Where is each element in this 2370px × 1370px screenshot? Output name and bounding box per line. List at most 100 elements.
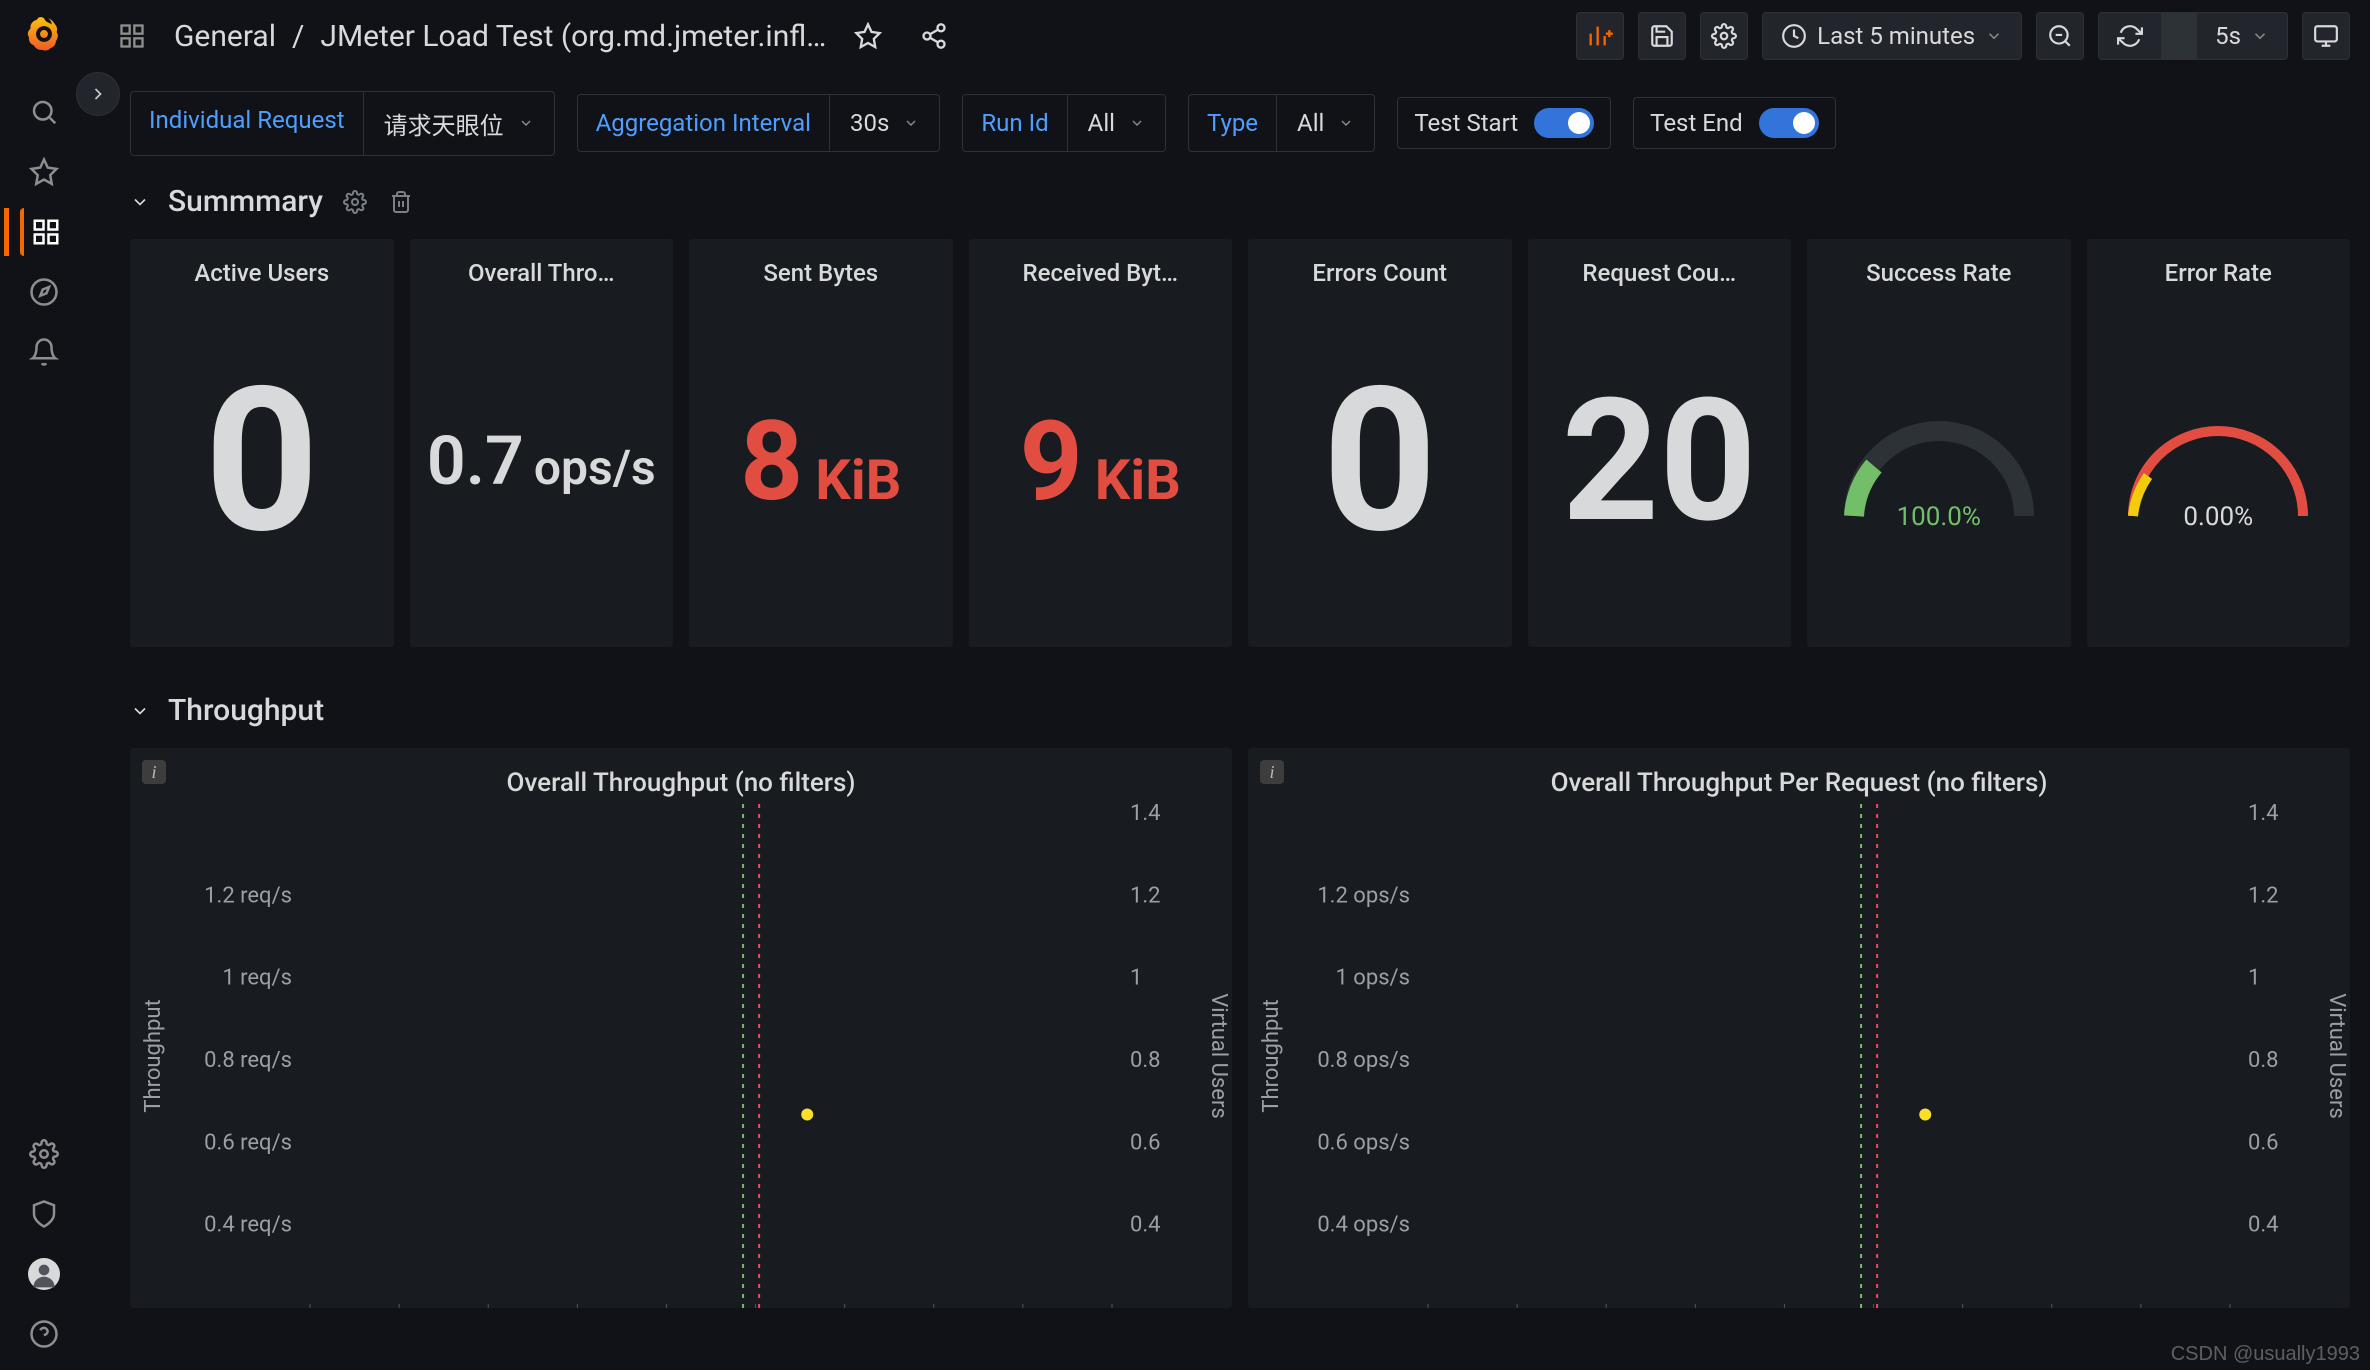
zoom-out-button[interactable]: [2036, 12, 2084, 60]
var-individual-request[interactable]: Individual Request 请求天眼位: [130, 91, 555, 156]
save-button[interactable]: [1638, 12, 1686, 60]
gauge: 100.0%: [1834, 396, 2044, 526]
chart-grid: i Overall Throughput (no filters) 0.4 re…: [130, 748, 2350, 1308]
svg-text:0.8 ops/s: 0.8 ops/s: [1317, 1048, 1410, 1073]
svg-text:Throughput: Throughput: [141, 999, 166, 1112]
search-nav-icon[interactable]: [20, 88, 68, 136]
svg-text:0.6 ops/s: 0.6 ops/s: [1317, 1130, 1410, 1155]
refresh-icon: [2117, 23, 2143, 49]
svg-text:0.4: 0.4: [2248, 1213, 2279, 1238]
stat-value: 9KiB: [1020, 397, 1181, 526]
star-icon[interactable]: [844, 12, 892, 60]
row-summary-header[interactable]: Summmary: [130, 184, 2350, 219]
breadcrumb: General / JMeter Load Test (org.md.jmete…: [174, 19, 826, 54]
refresh-picker[interactable]: 5s: [2098, 12, 2288, 60]
panel-overall-throughput-chart[interactable]: i Overall Throughput (no filters) 0.4 re…: [130, 748, 1232, 1308]
panel-active-users[interactable]: Active Users 0: [130, 239, 394, 647]
svg-text:Virtual Users: Virtual Users: [1206, 993, 1231, 1119]
dashboards-nav-icon[interactable]: [20, 208, 68, 256]
svg-text:0.8: 0.8: [2248, 1048, 2279, 1073]
info-icon[interactable]: i: [142, 760, 166, 784]
svg-text:1: 1: [2248, 966, 2260, 991]
starred-nav-icon[interactable]: [20, 148, 68, 196]
add-panel-button[interactable]: [1576, 12, 1624, 60]
var-run-id[interactable]: Run Id All: [962, 94, 1166, 152]
toggle-test-start[interactable]: Test Start: [1397, 97, 1611, 149]
watermark: CSDN @usually1993: [2171, 1343, 2360, 1366]
breadcrumb-folder[interactable]: General: [174, 19, 276, 54]
topbar: General / JMeter Load Test (org.md.jmete…: [88, 0, 2370, 72]
chevron-down-icon: [2251, 27, 2269, 45]
time-range-label: Last 5 minutes: [1817, 22, 1975, 50]
info-icon[interactable]: i: [1260, 760, 1284, 784]
row-summary-title: Summmary: [168, 184, 323, 219]
svg-text:0.4 req/s: 0.4 req/s: [204, 1213, 292, 1238]
row-throughput-header[interactable]: Throughput: [130, 693, 2350, 728]
refresh-button[interactable]: [2099, 13, 2161, 59]
svg-text:1.2 req/s: 1.2 req/s: [204, 883, 292, 908]
grafana-icon: [25, 15, 63, 53]
chevron-down-icon: [130, 192, 150, 212]
alerting-nav-icon[interactable]: [20, 328, 68, 376]
admin-nav-icon[interactable]: [20, 1190, 68, 1238]
row-settings-icon[interactable]: [341, 188, 369, 216]
stat-value: 8KiB: [740, 397, 901, 526]
panel-overall-throughput[interactable]: Overall Thro… 0.7ops/s: [410, 239, 674, 647]
svg-text:1.4: 1.4: [1130, 804, 1161, 826]
panel-sent-bytes[interactable]: Sent Bytes 8KiB: [689, 239, 953, 647]
chart-plot: 0.4 req/s 0.6 req/s 0.8 req/s 1 req/s 1.2 re…: [130, 804, 1232, 1308]
toggle-switch[interactable]: [1759, 108, 1819, 138]
time-range-picker[interactable]: Last 5 minutes: [1762, 12, 2022, 60]
help-nav-icon[interactable]: [20, 1310, 68, 1358]
svg-text:Virtual Users: Virtual Users: [2324, 993, 2349, 1119]
chevron-down-icon: [518, 115, 534, 131]
dashboard-content: Summmary Active Users 0 Overall Thro… 0.…: [130, 174, 2350, 1370]
refresh-interval-label: 5s: [2215, 22, 2241, 50]
panel-success-rate[interactable]: Success Rate 100.0%: [1807, 239, 2071, 647]
chevron-down-icon: [903, 115, 919, 131]
svg-text:1: 1: [1130, 966, 1142, 991]
stat-value: 0: [204, 361, 319, 561]
sidebar-expand-button[interactable]: [76, 72, 120, 116]
panel-per-request-throughput-chart[interactable]: i Overall Throughput Per Request (no fil…: [1248, 748, 2350, 1308]
variable-bar: Individual Request 请求天眼位 Aggregation Int…: [130, 88, 2350, 158]
profile-nav-icon[interactable]: [20, 1250, 68, 1298]
gauge: 0.00%: [2113, 396, 2323, 526]
tv-mode-button[interactable]: [2302, 12, 2350, 60]
row-delete-icon[interactable]: [387, 188, 415, 216]
chevron-down-icon: [1129, 115, 1145, 131]
stat-value: 0: [1322, 361, 1437, 561]
share-icon[interactable]: [910, 12, 958, 60]
var-type[interactable]: Type All: [1188, 94, 1375, 152]
stat-value: 20: [1562, 376, 1757, 546]
var-aggregation-interval[interactable]: Aggregation Interval 30s: [577, 94, 941, 152]
toggle-switch[interactable]: [1534, 108, 1594, 138]
settings-button[interactable]: [1700, 12, 1748, 60]
svg-text:0.8 req/s: 0.8 req/s: [204, 1048, 292, 1073]
panel-request-count[interactable]: Request Cou… 20: [1528, 239, 1792, 647]
config-nav-icon[interactable]: [20, 1130, 68, 1178]
svg-text:1 req/s: 1 req/s: [222, 966, 292, 991]
toggle-test-end[interactable]: Test End: [1633, 97, 1836, 149]
chevron-down-icon: [1985, 27, 2003, 45]
svg-text:0.8: 0.8: [1130, 1048, 1161, 1073]
svg-text:1.2: 1.2: [2248, 883, 2279, 908]
svg-text:0.4: 0.4: [1130, 1213, 1161, 1238]
dashboards-breadcrumb-icon[interactable]: [108, 12, 156, 60]
row-throughput-title: Throughput: [168, 693, 324, 728]
explore-nav-icon[interactable]: [20, 268, 68, 316]
svg-text:0.6: 0.6: [2248, 1130, 2279, 1155]
breadcrumb-title[interactable]: JMeter Load Test (org.md.jmeter.infl…: [320, 19, 826, 54]
svg-text:0.4 ops/s: 0.4 ops/s: [1317, 1213, 1410, 1238]
panel-errors-count[interactable]: Errors Count 0: [1248, 239, 1512, 647]
svg-text:0.6 req/s: 0.6 req/s: [204, 1130, 292, 1155]
chart-plot: 0.4 ops/s 0.6 ops/s 0.8 ops/s 1 ops/s 1.2 op…: [1248, 804, 2350, 1308]
svg-text:1.2 ops/s: 1.2 ops/s: [1317, 883, 1410, 908]
panel-error-rate[interactable]: Error Rate 0.00%: [2087, 239, 2351, 647]
svg-text:1 ops/s: 1 ops/s: [1335, 966, 1410, 991]
panel-received-bytes[interactable]: Received Byt… 9KiB: [969, 239, 1233, 647]
svg-text:1.4: 1.4: [2248, 804, 2279, 826]
refresh-interval[interactable]: 5s: [2197, 13, 2287, 59]
grafana-logo[interactable]: [20, 10, 68, 58]
svg-text:1.2: 1.2: [1130, 883, 1161, 908]
